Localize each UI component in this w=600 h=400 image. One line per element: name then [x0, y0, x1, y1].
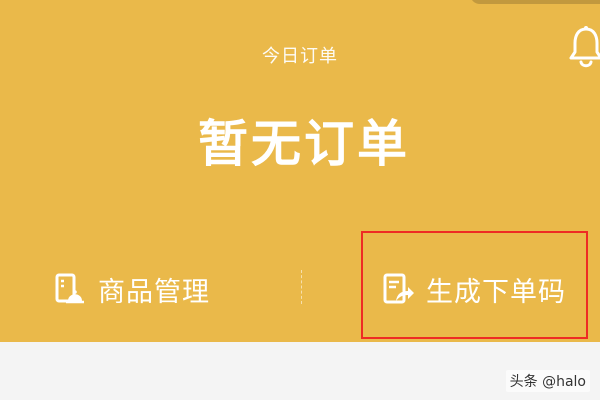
top-edge-shadow [470, 0, 600, 4]
product-management-button[interactable]: 商品管理 [52, 244, 282, 334]
action-divider [301, 270, 303, 304]
watermark: 头条 @halo [505, 370, 590, 392]
product-management-icon [55, 273, 84, 304]
no-orders-headline: 暂无订单 [198, 115, 410, 173]
today-orders-caption: 今日订单 [262, 46, 338, 67]
product-management-label: 商品管理 [98, 276, 210, 308]
orders-screen: 今日订单 暂无订单 商品管理 生成下单码 头条 @halo [0, 0, 600, 400]
highlight-box [361, 231, 588, 339]
